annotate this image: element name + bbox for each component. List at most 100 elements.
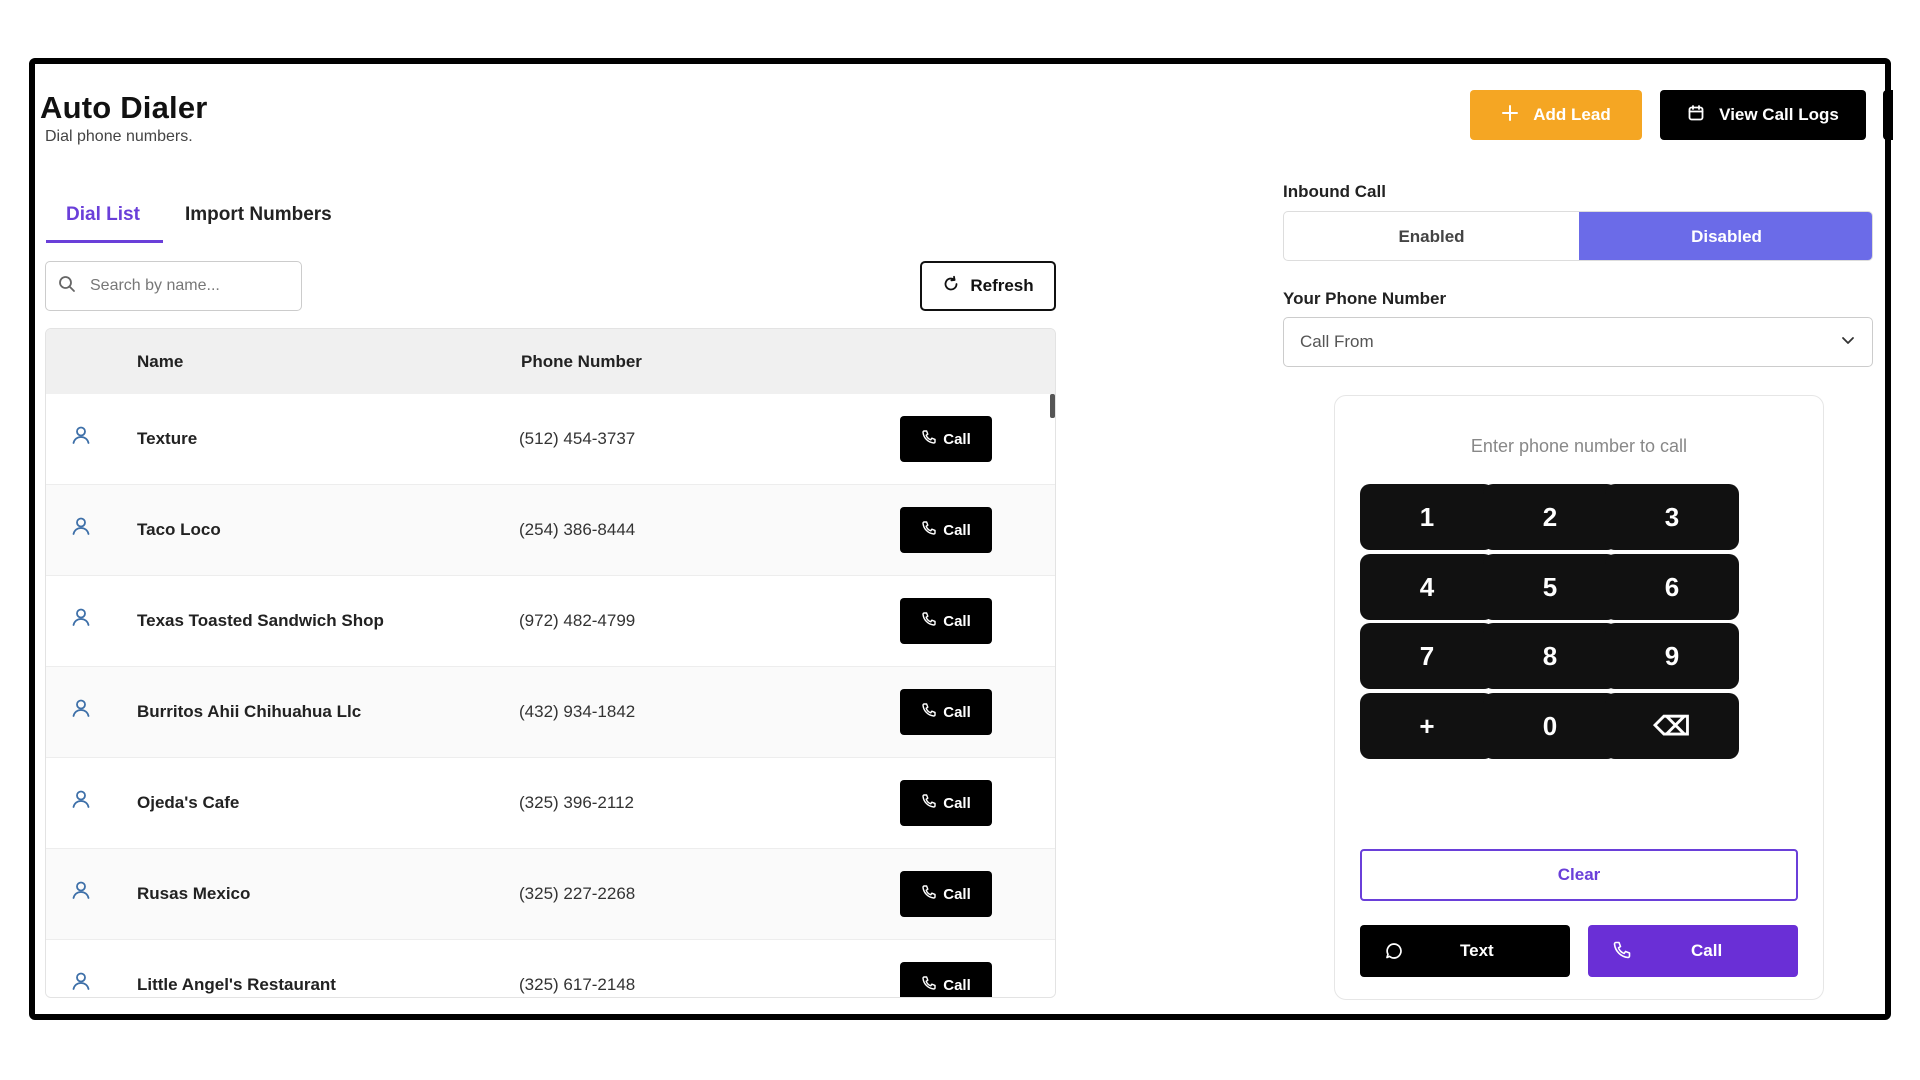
table-row: Taco Loco (254) 386-8444 Call — [46, 485, 1055, 576]
table-row: Texas Toasted Sandwich Shop (972) 482-479… — [46, 576, 1055, 667]
row-call-label: Call — [943, 612, 971, 630]
inbound-enabled-option[interactable]: Enabled — [1284, 212, 1579, 260]
phone-icon — [921, 702, 937, 722]
row-name: Taco Loco — [137, 520, 221, 539]
search-box — [45, 261, 302, 311]
clear-button[interactable]: Clear — [1360, 849, 1798, 901]
phone-icon — [921, 975, 937, 995]
row-call-button[interactable]: Call — [900, 871, 992, 917]
row-call-label: Call — [943, 521, 971, 539]
text-button-label: Text — [1460, 941, 1494, 960]
plus-icon — [1501, 104, 1519, 127]
row-phone: (432) 934-1842 — [519, 702, 636, 721]
user-icon — [70, 697, 92, 724]
key-3[interactable]: 3 — [1605, 484, 1739, 550]
row-call-button[interactable]: Call — [900, 507, 992, 553]
key-9[interactable]: 9 — [1605, 623, 1739, 689]
page-subtitle: Dial phone numbers. — [45, 128, 193, 145]
user-icon — [70, 424, 92, 451]
row-name: Texture — [137, 429, 198, 448]
chevron-down-icon — [1840, 332, 1856, 353]
key-6[interactable]: 6 — [1605, 554, 1739, 620]
row-call-button[interactable]: Call — [900, 416, 992, 462]
row-call-button[interactable]: Call — [900, 598, 992, 644]
phone-icon — [921, 520, 937, 540]
column-header-name: Name — [137, 352, 184, 371]
user-icon — [70, 788, 92, 815]
row-call-label: Call — [943, 703, 971, 721]
user-icon — [70, 879, 92, 906]
calendar-icon — [1687, 104, 1705, 127]
phone-icon — [921, 884, 937, 904]
refresh-label: Refresh — [970, 276, 1034, 295]
table-row: Little Angel's Restaurant (325) 617-2148 C… — [46, 940, 1055, 997]
inbound-disabled-option[interactable]: Disabled — [1579, 212, 1872, 260]
user-icon — [70, 606, 92, 633]
call-button[interactable]: Call — [1588, 925, 1798, 977]
dial-list-table: Name Phone Number Texture (512) 454-3737 C… — [45, 328, 1056, 998]
view-call-logs-button[interactable]: View Call Logs — [1660, 90, 1866, 140]
key-5[interactable]: 5 — [1483, 554, 1617, 620]
column-header-phone: Phone Number — [521, 352, 642, 371]
backspace-key[interactable]: ⌫ — [1605, 693, 1739, 759]
row-call-label: Call — [943, 885, 971, 903]
row-call-label: Call — [943, 794, 971, 812]
key-plus[interactable]: + — [1360, 693, 1494, 759]
user-icon — [70, 970, 92, 997]
active-tab-indicator — [46, 240, 163, 243]
key-8[interactable]: 8 — [1483, 623, 1617, 689]
tab-dial-list[interactable]: Dial List — [66, 204, 140, 226]
key-4[interactable]: 4 — [1360, 554, 1494, 620]
row-phone: (325) 617-2148 — [519, 975, 636, 994]
inbound-call-toggle: Enabled Disabled — [1283, 211, 1873, 261]
row-name: Rusas Mexico — [137, 884, 251, 903]
message-icon — [1384, 941, 1404, 966]
table-scrollbar[interactable] — [1050, 394, 1055, 418]
search-input[interactable] — [88, 276, 282, 296]
row-call-label: Call — [943, 430, 971, 448]
dial-number-display[interactable]: Enter phone number to call — [1335, 436, 1823, 457]
call-from-select[interactable]: Call From — [1283, 317, 1873, 367]
table-row: Rusas Mexico (325) 227-2268 Call — [46, 849, 1055, 940]
table-body: Texture (512) 454-3737 Call Taco Loco (254) … — [46, 394, 1055, 997]
table-header: Name Phone Number — [46, 329, 1055, 394]
table-row: Texture (512) 454-3737 Call — [46, 394, 1055, 485]
inbound-call-label: Inbound Call — [1283, 182, 1386, 201]
row-phone: (325) 227-2268 — [519, 884, 636, 903]
row-phone: (512) 454-3737 — [519, 429, 636, 448]
phone-icon — [921, 429, 937, 449]
row-phone: (254) 386-8444 — [519, 520, 636, 539]
key-2[interactable]: 2 — [1483, 484, 1617, 550]
row-phone: (972) 482-4799 — [519, 611, 636, 630]
phone-icon — [921, 611, 937, 631]
add-lead-button[interactable]: Add Lead — [1470, 90, 1642, 140]
row-name: Burritos Ahii Chihuahua Llc — [137, 702, 362, 721]
search-icon — [58, 275, 76, 298]
your-phone-number-label: Your Phone Number — [1283, 289, 1447, 308]
tab-import-numbers[interactable]: Import Numbers — [185, 204, 332, 226]
text-button[interactable]: Text — [1360, 925, 1570, 977]
row-call-button[interactable]: Call — [900, 962, 992, 997]
refresh-icon — [942, 275, 960, 298]
key-0[interactable]: 0 — [1483, 693, 1617, 759]
user-icon — [70, 515, 92, 542]
view-call-logs-label: View Call Logs — [1719, 105, 1839, 124]
page-title: Auto Dialer — [40, 90, 208, 125]
row-call-button[interactable]: Call — [900, 689, 992, 735]
row-call-label: Call — [943, 976, 971, 994]
key-1[interactable]: 1 — [1360, 484, 1494, 550]
overflow-button[interactable] — [1883, 90, 1893, 140]
add-lead-label: Add Lead — [1533, 105, 1611, 124]
key-7[interactable]: 7 — [1360, 623, 1494, 689]
call-button-label: Call — [1691, 941, 1723, 960]
row-call-button[interactable]: Call — [900, 780, 992, 826]
table-row: Ojeda's Cafe (325) 396-2112 Call — [46, 758, 1055, 849]
row-name: Texas Toasted Sandwich Shop — [137, 611, 384, 630]
phone-icon — [921, 793, 937, 813]
dialer-panel: Enter phone number to call 1 2 3 4 5 6 7 8 9 +0 ⌫ … — [1334, 395, 1824, 1000]
table-row: Burritos Ahii Chihuahua Llc (432) 934-184… — [46, 667, 1055, 758]
row-phone: (325) 396-2112 — [519, 793, 634, 812]
call-from-value: Call From — [1300, 332, 1374, 351]
refresh-button[interactable]: Refresh — [920, 261, 1056, 311]
row-name: Little Angel's Restaurant — [137, 975, 336, 994]
